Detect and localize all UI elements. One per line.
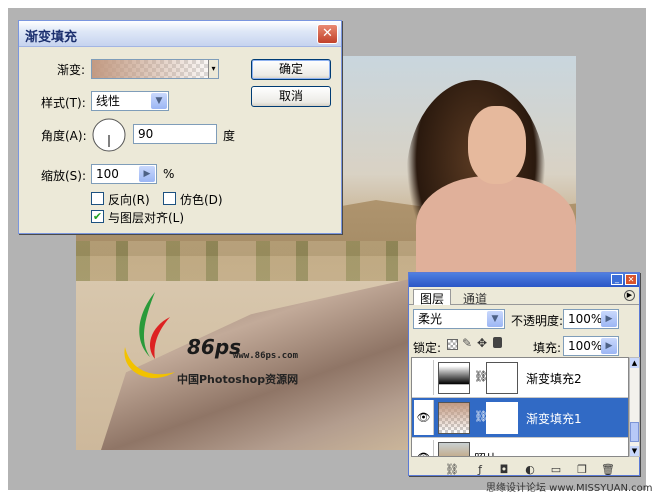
logo-swirl-icon	[124, 292, 175, 378]
layers-panel: _ ✕ 图层 通道 ▶ 柔光 ▼ 不透明度: 100% ▶ 锁定: ✎ ✥ 填充…	[408, 272, 640, 476]
fill-value: 100%	[568, 339, 603, 353]
scale-input[interactable]: 100 ▶	[91, 164, 157, 184]
chevron-down-icon[interactable]: ▼	[487, 311, 503, 327]
layer-row[interactable]: ⛓ 渐变填充2	[412, 358, 628, 398]
eye-icon[interactable]: 👁	[414, 400, 434, 435]
adjustment-layer-icon[interactable]: ◐	[523, 463, 537, 477]
site-watermark: 思缘设计论坛 www.MISSYUAN.com	[486, 483, 653, 494]
gradient-thumbnail	[438, 362, 470, 394]
scroll-up-icon[interactable]: ▲	[630, 358, 639, 368]
scroll-thumb[interactable]	[630, 422, 639, 442]
gradient-fill-dialog: 渐变填充 ✕ 渐变: ▾ 样式(T): 线性 ▼ 角度(A): 90 度 缩放(…	[18, 20, 342, 234]
angle-unit: 度	[223, 129, 236, 143]
scale-label: 缩放(S):	[41, 169, 87, 183]
dither-checkbox[interactable]	[163, 192, 176, 205]
angle-dial[interactable]	[91, 117, 127, 153]
style-select[interactable]: 线性 ▼	[91, 91, 169, 111]
scale-stepper-icon[interactable]: ▶	[139, 166, 155, 182]
fill-input[interactable]: 100% ▶	[563, 336, 619, 356]
angle-value: 90	[138, 127, 154, 141]
layer-row[interactable]: 👁 ⛓ 渐变填充1	[412, 398, 628, 438]
layer-style-icon[interactable]: ƒ	[473, 463, 487, 477]
lock-transparent-icon[interactable]	[447, 339, 458, 350]
reverse-checkbox[interactable]	[91, 192, 104, 205]
gradient-label: 渐变:	[57, 63, 86, 77]
ok-button[interactable]: 确定	[251, 59, 331, 80]
fill-label: 填充:	[533, 341, 562, 355]
align-checkbox[interactable]: ✔	[91, 210, 104, 223]
mask-thumbnail	[486, 402, 518, 434]
photo-thumbnail	[438, 442, 470, 456]
cancel-button[interactable]: 取消	[251, 86, 331, 107]
lock-paint-icon[interactable]: ✎	[462, 336, 472, 350]
panel-titlebar[interactable]: _ ✕	[409, 273, 639, 287]
blend-mode-select[interactable]: 柔光 ▼	[413, 309, 505, 329]
scale-value: 100	[96, 167, 119, 181]
add-mask-icon[interactable]: ◘	[497, 463, 511, 477]
dialog-titlebar[interactable]: 渐变填充 ✕	[19, 21, 341, 47]
layers-toolbar: ⛓ ƒ ◘ ◐ ▭ ❐ 🗑	[409, 459, 639, 476]
panel-menu-icon[interactable]: ▶	[624, 290, 635, 301]
lock-move-icon[interactable]: ✥	[477, 336, 487, 350]
layer-name: 渐变填充1	[526, 412, 582, 426]
style-label: 样式(T):	[41, 96, 86, 110]
photo-body	[416, 176, 576, 286]
angle-label: 角度(A):	[41, 129, 87, 143]
gradient-thumbnail	[438, 402, 470, 434]
angle-input[interactable]: 90	[133, 124, 217, 144]
layer-name: 渐变填充2	[526, 372, 582, 386]
chevron-down-icon[interactable]: ▾	[208, 60, 218, 78]
layers-scrollbar[interactable]: ▲ ▼	[629, 357, 640, 457]
logo-site-url: www.86ps.com	[233, 351, 299, 361]
link-layers-icon[interactable]: ⛓	[445, 463, 459, 477]
gradient-picker[interactable]: ▾	[91, 59, 219, 79]
align-label: 与图层对齐(L)	[108, 211, 185, 225]
reverse-label: 反向(R)	[108, 193, 150, 207]
dialog-title: 渐变填充	[25, 30, 78, 45]
tab-channels[interactable]: 通道	[457, 290, 493, 307]
layer-name: 照片	[474, 450, 498, 456]
opacity-label: 不透明度:	[511, 314, 564, 328]
mask-thumbnail	[486, 362, 518, 394]
lock-all-icon[interactable]	[493, 337, 502, 348]
eye-icon[interactable]: 👁	[414, 440, 434, 456]
style-value: 线性	[96, 94, 121, 108]
tab-layers[interactable]: 图层	[413, 289, 452, 306]
chevron-down-icon[interactable]: ▼	[151, 93, 167, 109]
minimize-icon[interactable]: _	[611, 274, 623, 285]
lock-label: 锁定:	[413, 341, 442, 355]
opacity-value: 100%	[568, 312, 603, 326]
close-icon[interactable]: ✕	[317, 24, 338, 44]
opacity-input[interactable]: 100% ▶	[563, 309, 619, 329]
close-icon[interactable]: ✕	[625, 274, 637, 285]
blend-mode-value: 柔光	[418, 312, 443, 326]
trash-icon[interactable]: 🗑	[601, 463, 615, 477]
layers-list: ⛓ 渐变填充2 👁 ⛓ 渐变填充1 👁 照片	[411, 357, 629, 457]
layer-row[interactable]: 👁 照片	[412, 438, 628, 456]
fill-stepper-icon[interactable]: ▶	[601, 338, 617, 354]
scroll-down-icon[interactable]: ▼	[630, 446, 639, 456]
logo-tagline: 中国Photoshop资源网	[177, 373, 299, 386]
panel-tabbar: 图层 通道 ▶	[409, 287, 639, 307]
dither-label: 仿色(D)	[180, 193, 223, 207]
new-layer-icon[interactable]: ❐	[575, 463, 589, 477]
opacity-stepper-icon[interactable]: ▶	[601, 311, 617, 327]
scale-unit: %	[163, 167, 175, 181]
new-group-icon[interactable]: ▭	[549, 463, 563, 477]
visibility-toggle[interactable]	[414, 360, 434, 395]
site-logo: 86ps www.86ps.com 中国Photoshop资源网	[115, 287, 315, 397]
photo-face	[468, 106, 526, 184]
